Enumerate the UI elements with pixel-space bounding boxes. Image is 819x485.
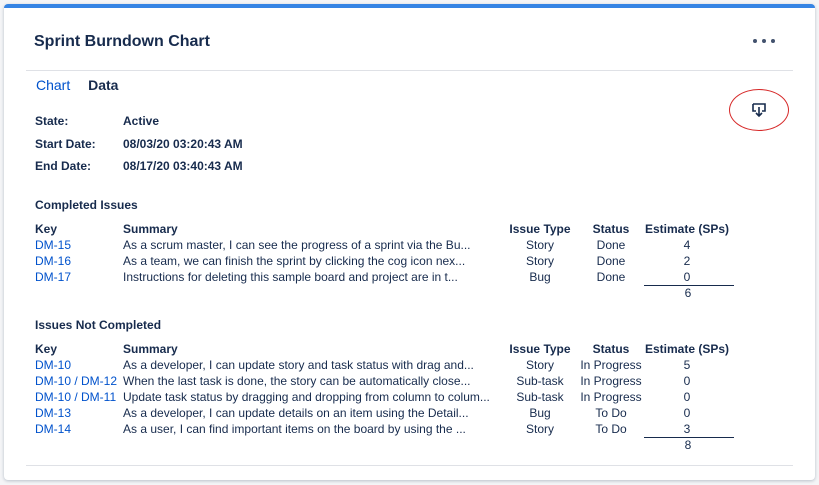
- sprint-state: State: Active: [35, 114, 159, 128]
- state-value: Active: [123, 114, 160, 128]
- issue-key-link[interactable]: DM-14: [35, 421, 123, 437]
- col-key: Key: [35, 222, 58, 236]
- more-options-icon[interactable]: [753, 34, 775, 48]
- issue-key-link[interactable]: DM-15: [35, 237, 123, 253]
- issue-summary: As a developer, I can update story and t…: [123, 358, 474, 372]
- start-date-value: 08/03/20 03:20:43 AM: [123, 137, 243, 151]
- issue-type: Story: [525, 358, 554, 372]
- issue-summary: Update task status by dragging and dropp…: [123, 390, 490, 404]
- col-summary: Summary: [123, 222, 178, 236]
- issue-estimate: 0: [683, 406, 691, 420]
- not-completed-issues-title: Issues Not Completed: [35, 318, 162, 332]
- issue-status: To Do: [595, 422, 627, 436]
- tab-chart[interactable]: Chart: [36, 77, 70, 93]
- completed-issues-title: Completed Issues: [35, 198, 138, 212]
- download-icon: [752, 103, 766, 118]
- header-divider: [26, 70, 793, 71]
- issue-key-link[interactable]: DM-17: [35, 269, 123, 285]
- issue-summary: As a scrum master, I can see the progres…: [123, 238, 471, 252]
- issue-type: Bug: [529, 270, 551, 284]
- issue-estimate: 0: [683, 374, 691, 388]
- issue-estimate: 2: [683, 254, 691, 268]
- issue-type: Sub-task: [516, 390, 564, 404]
- col-summary: Summary: [123, 342, 178, 356]
- sprint-start-date: Start Date: 08/03/20 03:20:43 AM: [35, 137, 243, 151]
- tab-data[interactable]: Data: [88, 77, 118, 93]
- issue-status: To Do: [595, 406, 627, 420]
- issue-status: Done: [596, 270, 626, 284]
- issue-type: Bug: [529, 406, 551, 420]
- issue-estimate: 3: [683, 422, 691, 436]
- issue-status: Done: [596, 238, 626, 252]
- issue-type: Story: [525, 238, 554, 252]
- col-key: Key: [35, 342, 58, 356]
- col-status: Status: [592, 222, 630, 236]
- issue-type: Sub-task: [516, 374, 564, 388]
- issue-summary: Instructions for deleting this sample bo…: [123, 270, 458, 284]
- state-label: State:: [35, 114, 69, 128]
- completed-total: 6: [684, 286, 692, 300]
- panel-title: Sprint Burndown Chart: [34, 33, 210, 50]
- issue-estimate: 0: [683, 390, 691, 404]
- col-estimate: Estimate (SPs): [644, 342, 730, 356]
- footer-divider: [26, 465, 793, 466]
- end-date-value: 08/17/20 03:40:43 AM: [123, 159, 243, 173]
- issue-status: In Progress: [580, 374, 642, 388]
- download-button[interactable]: [729, 89, 789, 131]
- issue-key-link[interactable]: DM-10: [35, 357, 123, 373]
- issue-type: Story: [525, 254, 554, 268]
- issue-key-link[interactable]: DM-10 / DM-11: [35, 389, 123, 405]
- view-tabs: Chart Data: [36, 77, 118, 93]
- issue-status: In Progress: [580, 358, 642, 372]
- col-issue-type: Issue Type: [509, 342, 571, 356]
- sprint-end-date: End Date: 08/17/20 03:40:43 AM: [35, 159, 243, 173]
- issue-estimate: 5: [683, 358, 691, 372]
- issue-summary: When the last task is done, the story ca…: [123, 374, 471, 388]
- issue-key-link[interactable]: DM-16: [35, 253, 123, 269]
- issue-summary: As a developer, I can update details on …: [123, 406, 469, 420]
- issue-summary: As a team, we can finish the sprint by c…: [123, 254, 466, 268]
- issue-type: Story: [525, 422, 554, 436]
- issue-estimate: 0: [683, 270, 691, 284]
- col-status: Status: [592, 342, 630, 356]
- col-issue-type: Issue Type: [509, 222, 571, 236]
- end-date-label: End Date:: [35, 159, 92, 173]
- not-completed-total: 8: [684, 438, 692, 452]
- issue-estimate: 4: [683, 238, 691, 252]
- issue-status: Done: [596, 254, 626, 268]
- start-date-label: Start Date:: [35, 137, 96, 151]
- burndown-panel: Sprint Burndown Chart Chart Data State: A…: [4, 4, 815, 480]
- col-estimate: Estimate (SPs): [644, 222, 730, 236]
- issue-key-link[interactable]: DM-13: [35, 405, 123, 421]
- issue-status: In Progress: [580, 390, 642, 404]
- issue-summary: As a user, I can find important items on…: [123, 422, 466, 436]
- issue-key-link[interactable]: DM-10 / DM-12: [35, 373, 123, 389]
